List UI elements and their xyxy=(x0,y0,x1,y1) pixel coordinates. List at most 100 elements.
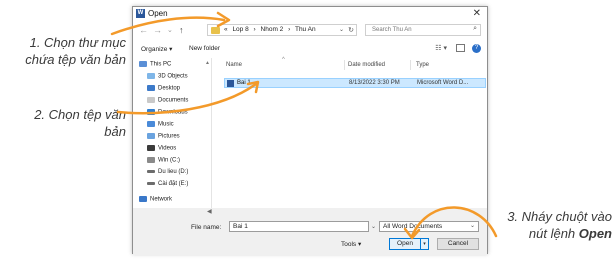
nav-item-label: Desktop xyxy=(158,85,181,92)
organize-button[interactable]: Organize ▾ xyxy=(141,45,172,53)
open-options-button[interactable]: ▾ xyxy=(421,238,429,250)
nav-scrollbar[interactable]: ▲ xyxy=(205,60,210,206)
file-date: 8/13/2022 3:30 PM xyxy=(349,80,400,86)
forward-arrow-icon[interactable]: → xyxy=(153,25,162,35)
new-folder-button[interactable]: New folder xyxy=(189,45,220,52)
up-arrow-icon[interactable]: ↑ xyxy=(179,25,184,35)
cube-icon xyxy=(147,73,155,79)
nav-item-desktop[interactable]: Desktop xyxy=(147,85,180,95)
search-icon[interactable]: ⌕ xyxy=(473,25,477,33)
navigation-bar: ← → ⌄ ↑ « Lop 8 › Nhom 2 › Thu An ⌄ ↻ Se… xyxy=(133,21,487,41)
music-icon xyxy=(147,121,155,127)
breadcrumb-separator: › xyxy=(288,26,291,33)
annotation-step-2-line2: bản xyxy=(104,124,126,139)
nav-item-drive-d[interactable]: Du lieu (D:) xyxy=(147,169,188,179)
nav-item-documents[interactable]: Documents xyxy=(147,97,188,107)
navigation-pane: This PC 3D Objects Desktop Documents Dow… xyxy=(133,58,212,208)
pictures-icon xyxy=(147,133,155,139)
pc-icon xyxy=(139,61,147,67)
download-icon xyxy=(147,109,155,115)
annotation-step-3-open-word: Open xyxy=(578,226,612,241)
tools-menu-button[interactable]: Tools ▾ xyxy=(341,240,361,248)
desktop-icon xyxy=(147,85,155,91)
breadcrumb-separator: › xyxy=(253,26,256,33)
search-placeholder: Search Thu An xyxy=(372,27,412,33)
documents-icon xyxy=(147,97,155,103)
breadcrumb-nhom2[interactable]: Nhom 2 xyxy=(261,26,284,33)
breadcrumb-overflow[interactable]: « xyxy=(224,26,228,33)
address-bar[interactable]: « Lop 8 › Nhom 2 › Thu An ⌄ ↻ xyxy=(207,24,357,36)
drive-icon xyxy=(147,157,155,163)
nav-item-network[interactable]: Network xyxy=(139,196,172,206)
help-icon[interactable]: ? xyxy=(472,44,481,53)
file-type-select[interactable]: All Word Documents ⌄ xyxy=(379,221,479,232)
annotation-step-1-line2: chứa tệp văn bản xyxy=(25,52,126,67)
nav-item-drive-c[interactable]: Win (C:) xyxy=(147,157,180,167)
nav-item-drive-e[interactable]: Cài đặt (E:) xyxy=(147,181,188,191)
open-button[interactable]: Open xyxy=(389,238,421,250)
annotation-step-3-line2: nút lệnh Open xyxy=(490,225,612,242)
sort-indicator-icon: ^ xyxy=(282,57,285,63)
address-dropdown-icon[interactable]: ⌄ xyxy=(339,26,344,33)
change-view-icon[interactable]: ☷ ▾ xyxy=(435,44,447,52)
refresh-icon[interactable]: ↻ xyxy=(348,26,354,34)
nav-item-videos[interactable]: Videos xyxy=(147,145,176,155)
nav-item-label: Cài đặt (E:) xyxy=(158,181,189,187)
recent-locations-icon[interactable]: ⌄ xyxy=(167,26,173,34)
nav-item-this-pc[interactable]: This PC xyxy=(139,61,171,71)
file-name-dropdown-icon[interactable]: ⌄ xyxy=(371,223,376,230)
chevron-down-icon: ⌄ xyxy=(469,223,475,229)
nav-item-label: Network xyxy=(150,196,173,203)
breadcrumb-thuan[interactable]: Thu An xyxy=(295,26,316,33)
nav-item-pictures[interactable]: Pictures xyxy=(147,133,180,143)
nav-item-label: Downloads xyxy=(158,109,188,116)
back-arrow-icon[interactable]: ← xyxy=(139,25,148,35)
network-icon xyxy=(139,196,147,202)
open-dialog: W Open ✕ ← → ⌄ ↑ « Lop 8 › Nhom 2 › Thu … xyxy=(132,6,488,255)
annotation-step-1: 1. Chọn thư mục chứa tệp văn bản xyxy=(6,34,126,68)
nav-item-label: Documents xyxy=(158,97,189,104)
nav-item-music[interactable]: Music xyxy=(147,121,174,131)
close-icon[interactable]: ✕ xyxy=(473,8,481,19)
file-row-selected[interactable]: Bai 1 8/13/2022 3:30 PM Microsoft Word D… xyxy=(224,78,486,88)
column-header-date[interactable]: Date modified xyxy=(348,62,385,68)
drive-icon xyxy=(147,169,155,173)
videos-icon xyxy=(147,145,155,151)
toolbar: Organize ▾ New folder ☷ ▾ ? xyxy=(133,40,487,58)
annotation-step-2-line1: 2. Chọn tệp văn xyxy=(34,107,126,122)
annotation-step-1-line1: 1. Chọn thư mục xyxy=(29,35,126,50)
annotation-step-2: 2. Chọn tệp văn bản xyxy=(6,106,126,140)
file-type: Microsoft Word D... xyxy=(417,80,469,86)
file-name: Bai 1 xyxy=(237,80,251,86)
search-box[interactable]: Search Thu An ⌕ xyxy=(365,24,481,36)
title-bar: W Open ✕ xyxy=(133,7,487,21)
nav-item-label: Music xyxy=(158,121,174,128)
column-separator[interactable] xyxy=(344,60,345,70)
dialog-title: Open xyxy=(148,9,168,18)
column-header-name[interactable]: Name xyxy=(226,62,242,68)
preview-pane-icon[interactable] xyxy=(456,44,465,52)
horizontal-scrollbar[interactable]: ◀ xyxy=(205,208,487,217)
word-document-icon xyxy=(227,80,234,87)
nav-item-downloads[interactable]: Downloads xyxy=(147,109,188,119)
annotation-step-3-text: nút lệnh xyxy=(528,226,579,241)
word-app-icon: W xyxy=(136,9,145,18)
column-header-type[interactable]: Type xyxy=(416,62,429,68)
nav-item-label: This PC xyxy=(150,61,172,68)
nav-item-3d-objects[interactable]: 3D Objects xyxy=(147,73,188,83)
file-type-value: All Word Documents xyxy=(383,223,443,230)
nav-item-label: Videos xyxy=(158,145,177,152)
cancel-button[interactable]: Cancel xyxy=(437,238,479,250)
folder-icon xyxy=(211,27,220,34)
scroll-left-icon[interactable]: ◀ xyxy=(207,208,212,215)
dialog-footer: File name: Bai 1 ⌄ All Word Documents ⌄ … xyxy=(133,217,487,255)
file-name-input[interactable]: Bai 1 xyxy=(229,221,369,232)
file-name-label: File name: xyxy=(191,224,222,231)
breadcrumb: « Lop 8 › Nhom 2 › Thu An xyxy=(224,26,319,33)
nav-item-label: 3D Objects xyxy=(158,73,188,80)
nav-item-label: Pictures xyxy=(158,133,180,140)
scroll-up-icon[interactable]: ▲ xyxy=(205,60,210,66)
breadcrumb-lop8[interactable]: Lop 8 xyxy=(232,26,248,33)
annotation-step-3-line1: 3. Nháy chuột vào xyxy=(507,209,612,224)
column-separator[interactable] xyxy=(410,60,411,70)
